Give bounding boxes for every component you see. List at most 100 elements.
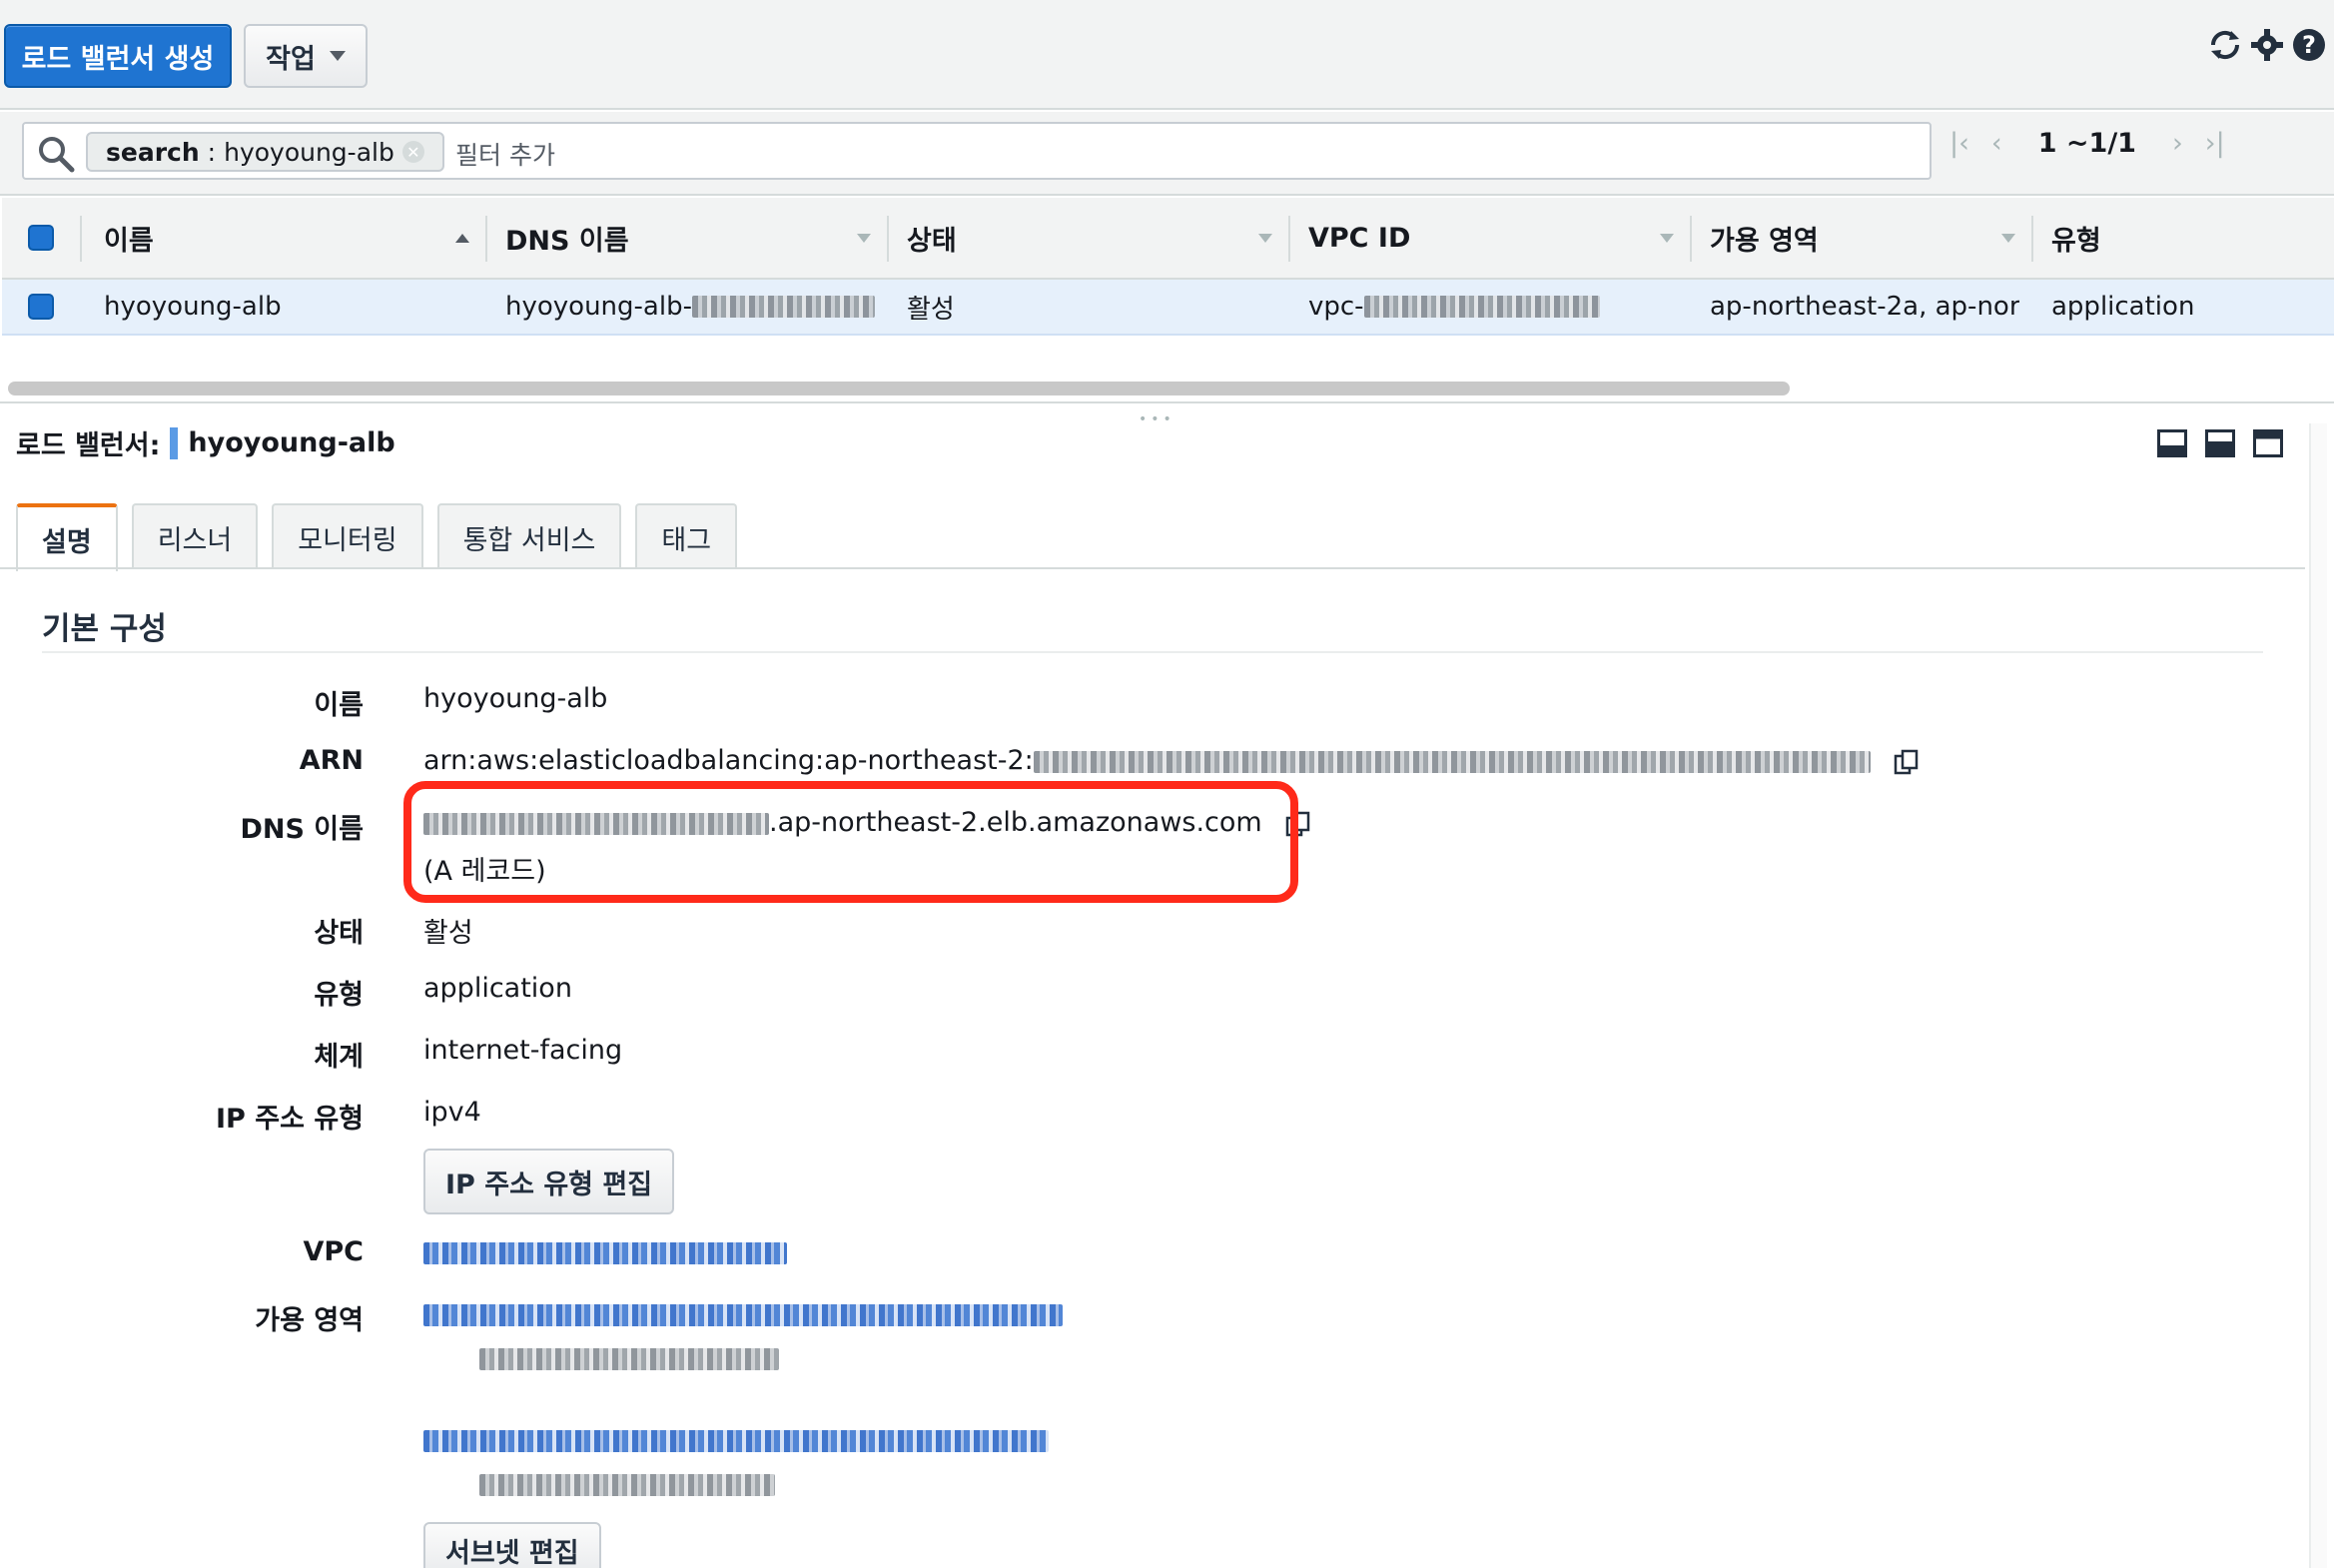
column-header-type[interactable]: 유형 [2051, 198, 2101, 278]
pane-divider[interactable] [0, 401, 2334, 403]
section-divider [42, 651, 2263, 653]
copy-icon[interactable] [1893, 748, 1921, 776]
remove-filter-icon[interactable]: ✕ [401, 141, 424, 163]
field-value: arn:aws:elasticloadbalancing:ap-northeas… [423, 745, 1921, 776]
row-type: application [2051, 292, 2195, 322]
edit-ip-type-button[interactable]: IP 주소 유형 편집 [423, 1149, 675, 1214]
layout-full-icon[interactable] [2253, 429, 2283, 457]
column-header-dns[interactable]: DNS 이름 [505, 198, 629, 278]
page-range: 1 ~1/1 [2037, 128, 2136, 159]
tab-monitoring[interactable]: 모니터링 [272, 503, 423, 569]
row-name: hyoyoung-alb [104, 292, 282, 322]
redacted-text [691, 296, 875, 318]
detail-title-label: 로드 밸런서: [16, 430, 161, 461]
filter-bar: search : hyoyoung-alb ✕ 필터 추가 |‹ ‹ 1 ~1/… [0, 112, 2334, 196]
row-state: 활성 [907, 294, 955, 325]
arn-prefix: arn:aws:elasticloadbalancing:ap-northeas… [423, 745, 1034, 776]
row-dns-prefix: hyoyoung-alb- [505, 292, 692, 322]
field-label: 상태 [314, 918, 364, 949]
redacted-link [423, 1241, 787, 1264]
sort-icon[interactable] [1660, 234, 1674, 243]
select-all-checkbox[interactable] [28, 198, 54, 278]
row-dns: hyoyoung-alb- [505, 280, 875, 334]
redacted-link [423, 1429, 1049, 1452]
column-header-name[interactable]: 이름 [104, 198, 154, 278]
row-vpc-id: vpc- [1308, 280, 1600, 334]
layout-bottom-icon[interactable] [2157, 429, 2187, 457]
filter-token-separator: : [207, 137, 217, 167]
redacted-text [1033, 750, 1871, 773]
svg-text:?: ? [2302, 31, 2316, 59]
field-value: internet-facing [423, 1035, 623, 1066]
resize-grip-icon[interactable]: ••• [1139, 411, 1175, 427]
tab-description[interactable]: 설명 [16, 503, 118, 571]
row-az: ap-northeast-2a, ap-nor… [1710, 292, 2019, 322]
subnet-info [479, 1468, 775, 1499]
edit-subnets-button[interactable]: 서브넷 편집 [423, 1522, 601, 1568]
title-accent-bar [170, 426, 179, 459]
vertical-scrollbar[interactable] [2309, 423, 2327, 1568]
field-label: 가용 영역 [255, 1305, 364, 1336]
detail-title: 로드 밸런서: hyoyoung-alb [16, 423, 395, 462]
horizontal-scrollbar[interactable] [8, 382, 1790, 395]
row-vpc-prefix: vpc- [1308, 292, 1364, 322]
vpc-link[interactable] [423, 1236, 787, 1267]
search-input[interactable]: search : hyoyoung-alb ✕ 필터 추가 [22, 122, 1932, 180]
create-load-balancer-button[interactable]: 로드 밸런서 생성 [4, 24, 232, 88]
detail-title-value: hyoyoung-alb [188, 427, 395, 458]
redacted-link [423, 1303, 1063, 1326]
actions-button[interactable]: 작업 [244, 24, 368, 88]
sort-asc-icon[interactable] [455, 234, 469, 243]
table-header: 이름 DNS 이름 상태 VPC ID 가용 영역 유형 [2, 198, 2334, 280]
add-filter-placeholder: 필터 추가 [455, 141, 555, 170]
field-label: 이름 [314, 690, 364, 721]
redacted-text [1363, 296, 1600, 318]
pagination: |‹ ‹ 1 ~1/1 › ›| [1949, 128, 2225, 159]
prev-page-icon[interactable]: ‹ [1991, 128, 2002, 159]
tab-divider [0, 567, 2305, 569]
tab-listeners[interactable]: 리스너 [131, 503, 259, 569]
column-header-az[interactable]: 가용 영역 [1710, 198, 1819, 278]
detail-tabs: 설명 리스너 모니터링 통합 서비스 태그 [16, 503, 738, 571]
tab-tags[interactable]: 태그 [635, 503, 738, 569]
toolbar: 로드 밸런서 생성 작업 ? [0, 0, 2334, 110]
field-value: hyoyoung-alb [423, 683, 608, 714]
actions-label: 작업 [266, 43, 316, 75]
layout-switcher [2157, 429, 2283, 457]
last-page-icon[interactable]: ›| [2205, 128, 2225, 159]
load-balancer-table: 이름 DNS 이름 상태 VPC ID 가용 영역 유형 hyoyoung-al… [2, 198, 2334, 336]
refresh-icon[interactable] [2206, 26, 2244, 64]
field-label: DNS 이름 [240, 814, 364, 845]
chevron-down-icon [329, 51, 346, 61]
layout-split-icon[interactable] [2205, 429, 2235, 457]
sort-icon[interactable] [2001, 234, 2015, 243]
toolbar-icons: ? [2206, 26, 2328, 64]
table-row[interactable]: hyoyoung-alb hyoyoung-alb- 활성 vpc- ap-no… [2, 280, 2334, 336]
row-checkbox[interactable] [28, 280, 54, 334]
field-value: ipv4 [423, 1097, 481, 1128]
subnet-link[interactable] [423, 1424, 1049, 1455]
redacted-text [479, 1347, 779, 1370]
field-label: IP 주소 유형 [216, 1104, 364, 1135]
column-header-vpc-id[interactable]: VPC ID [1308, 198, 1410, 278]
field-label: 유형 [314, 980, 364, 1011]
sort-icon[interactable] [857, 234, 871, 243]
next-page-icon[interactable]: › [2172, 128, 2183, 159]
field-label: ARN [299, 745, 364, 776]
gear-icon[interactable] [2248, 26, 2286, 64]
section-title: 기본 구성 [42, 611, 167, 647]
subnet-link[interactable] [423, 1298, 1063, 1329]
field-value: application [423, 973, 572, 1004]
first-page-icon[interactable]: |‹ [1949, 128, 1969, 159]
field-label: 체계 [314, 1042, 364, 1073]
subnet-info [479, 1342, 779, 1373]
redacted-text [479, 1473, 775, 1496]
help-icon[interactable]: ? [2290, 26, 2328, 64]
search-icon [39, 137, 75, 173]
tab-integrated-services[interactable]: 통합 서비스 [436, 503, 622, 569]
highlight-box [403, 781, 1298, 903]
column-header-state[interactable]: 상태 [907, 198, 957, 278]
filter-token[interactable]: search : hyoyoung-alb ✕ [86, 132, 444, 172]
field-label: VPC [303, 1236, 365, 1267]
sort-icon[interactable] [1258, 234, 1272, 243]
